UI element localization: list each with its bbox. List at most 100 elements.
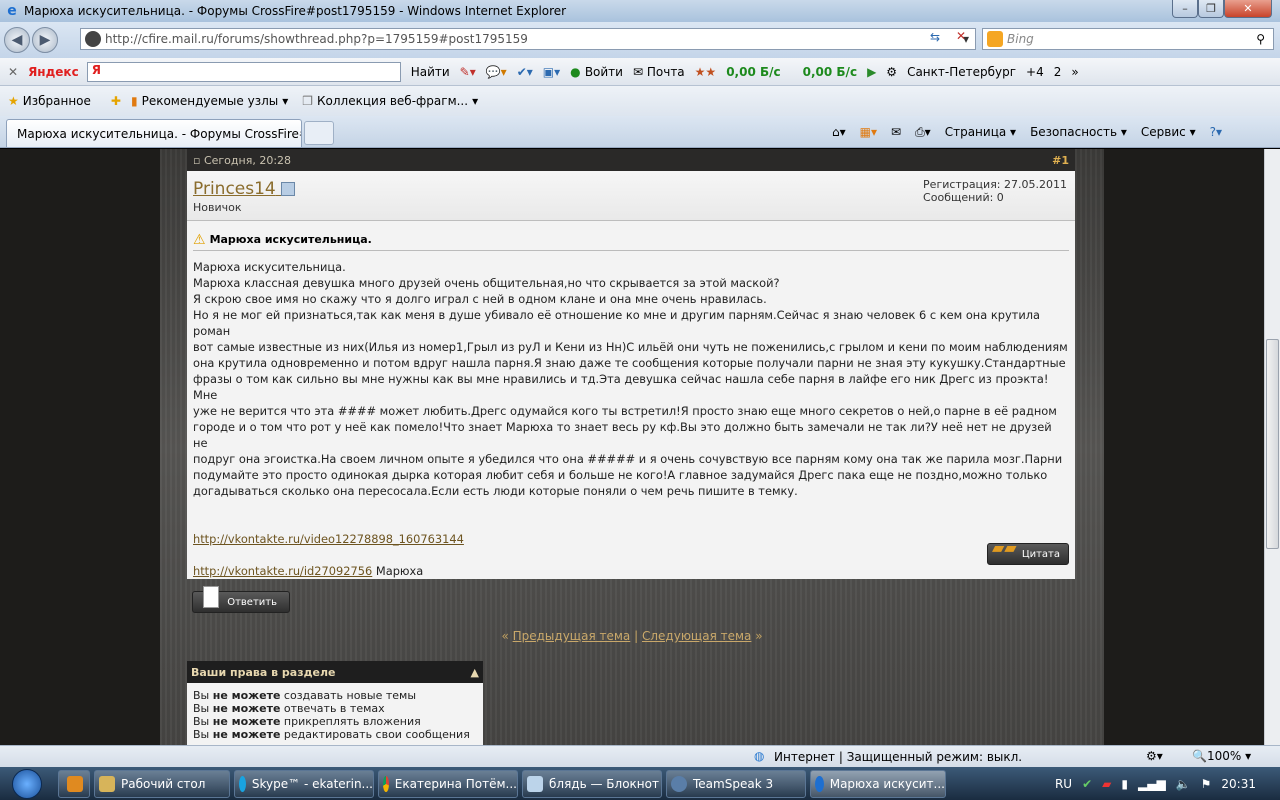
post-line: городе и о том что рот у неё как помело!… [193, 420, 1052, 450]
more-chevron-icon[interactable]: » [1071, 65, 1078, 79]
mail-button[interactable]: ✉ Почта [633, 65, 685, 79]
navigation-bar: ◀ ▶ http://cfire.mail.ru/forums/showthre… [0, 22, 1280, 58]
profile-link[interactable]: http://vkontakte.ru/id27092756 [193, 564, 372, 578]
taskbar-item[interactable]: Рабочий стол [94, 769, 230, 798]
recommended-sites[interactable]: Рекомендуемые узлы [142, 94, 279, 108]
command-bar: ⌂▾ ▦▾ ✉ ⎙▾ Страница ▾ Безопасность ▾ Сер… [832, 116, 1222, 148]
post-header: ▫ Сегодня, 20:28 #1 [187, 149, 1075, 171]
web-slice-gallery[interactable]: Коллекция веб-фрагм... [317, 94, 468, 108]
gear-icon[interactable]: ⚙ [886, 65, 897, 79]
close-button[interactable]: ✕ [1224, 0, 1272, 18]
network-icon[interactable]: ▮ [1121, 777, 1128, 791]
media-player-button[interactable] [58, 769, 90, 798]
maximize-button[interactable]: ❐ [1198, 0, 1224, 18]
help-icon[interactable]: ?▾ [1210, 125, 1222, 139]
page-menu[interactable]: Страница ▾ [945, 125, 1016, 139]
search-icon[interactable]: ⚲ [1256, 32, 1273, 46]
teamspeak-icon [671, 775, 687, 792]
bing-icon [987, 31, 1003, 47]
taskbar-item[interactable]: Екатерина Потём... [378, 769, 518, 798]
flag-icon[interactable]: ⚑ [1201, 777, 1212, 791]
tools-menu[interactable]: Сервис ▾ [1141, 125, 1196, 139]
post-line: вот самые известные из них(Илья из номер… [193, 340, 1068, 354]
star-icon: ★ [8, 94, 19, 108]
protected-mode-icon[interactable]: ⚙▾ [1146, 749, 1163, 763]
forum-content: ▫ Сегодня, 20:28 #1 Princes14 Новичок Ре… [160, 149, 1104, 745]
read-mail-icon[interactable]: ✉ [891, 125, 901, 139]
search-box[interactable]: Bing ⚲ [982, 28, 1274, 50]
stop-icon[interactable]: ✕ [956, 29, 966, 43]
taskbar-item[interactable]: TeamSpeak 3 [666, 769, 806, 798]
nav-left-arrow: « [501, 629, 509, 643]
start-button[interactable] [0, 767, 54, 800]
notif-count[interactable]: 2 [1054, 65, 1062, 79]
weather-temp[interactable]: +4 [1026, 65, 1044, 79]
post-number[interactable]: #1 [1052, 154, 1069, 167]
yandex-search-input[interactable]: Я [86, 61, 401, 82]
prev-thread-link[interactable]: Предыдущая тема [513, 629, 631, 643]
security-menu[interactable]: Безопасность ▾ [1030, 125, 1127, 139]
chat-icon[interactable]: 💬▾ [486, 65, 507, 79]
recommended-dropdown-icon[interactable]: ▾ [282, 94, 288, 108]
zoom-level[interactable]: 🔍100% ▾ [1192, 749, 1251, 763]
tab-active[interactable]: Марюха искусительница. - Форумы CrossFir… [6, 119, 302, 147]
city-label[interactable]: Санкт-Петербург [907, 65, 1016, 79]
windows-orb-icon [12, 768, 42, 799]
window-title: Марюха искусительница. - Форумы CrossFir… [24, 4, 567, 18]
vertical-scrollbar[interactable] [1264, 149, 1280, 745]
page-viewport: ▫ Сегодня, 20:28 #1 Princes14 Новичок Ре… [0, 149, 1264, 745]
gallery-dropdown-icon[interactable]: ▾ [472, 94, 478, 108]
reply-button[interactable]: Ответить [192, 586, 290, 613]
taskbar-item[interactable]: Skype™ - ekaterin... [234, 769, 374, 798]
print-icon[interactable]: ⎙▾ [915, 125, 931, 140]
post-line: подруг она эгоистка.На своем личном опыт… [193, 452, 1063, 466]
permission-item: Вы не можете редактировать свои сообщени… [193, 728, 470, 741]
forward-button[interactable]: ▶ [32, 27, 58, 53]
taskbar-item-active[interactable]: Марюха искусит... [810, 769, 946, 798]
favorites-button[interactable]: Избранное [23, 94, 91, 108]
post-line: подумайте это просто одинокая дырка кото… [193, 468, 1048, 482]
language-indicator[interactable]: RU [1055, 777, 1072, 791]
post-line: она крутила одновременно и потом вдруг н… [193, 356, 1066, 370]
quote-button[interactable]: ▰▰ Цитата [987, 538, 1069, 565]
check-icon[interactable]: ✔▾ [517, 65, 533, 79]
antivirus-icon[interactable]: ▰ [1102, 777, 1111, 791]
notepad-icon [527, 775, 543, 792]
toolbar-close-icon[interactable]: ✕ [8, 65, 18, 79]
play-icon[interactable]: ▶ [867, 65, 876, 79]
taskbar-item[interactable]: блядь — Блокнот [522, 769, 662, 798]
address-url[interactable]: http://cfire.mail.ru/forums/showthread.p… [105, 32, 528, 46]
next-thread-link[interactable]: Следующая тема [642, 629, 751, 643]
post-title-text: Марюха искусительница. [209, 233, 372, 246]
video-link[interactable]: http://vkontakte.ru/video12278898_160763… [193, 532, 464, 546]
volume-icon[interactable]: 🔈 [1176, 777, 1191, 791]
post-line: уже не верится что эта #### может любить… [193, 404, 1057, 418]
clock[interactable]: 20:31 [1221, 777, 1256, 791]
home-icon[interactable]: ⌂▾ [832, 125, 846, 139]
screen-icon[interactable]: ▣▾ [543, 65, 560, 79]
refresh-icon[interactable]: ⇆ [930, 30, 940, 44]
new-tab-button[interactable] [304, 121, 334, 145]
bookmark-icon[interactable]: ★★ [695, 65, 717, 79]
globe-icon: ◍ [754, 749, 765, 763]
add-favorite-icon[interactable]: ✚ [111, 94, 121, 108]
status-bar: ◍ Интернет | Защищенный режим: выкл. ⚙▾ … [0, 745, 1280, 767]
user-status-icon [281, 182, 296, 196]
signal-icon[interactable]: ▂▄▆ [1138, 777, 1166, 791]
username-link[interactable]: Princes14 [193, 179, 296, 199]
back-button[interactable]: ◀ [4, 27, 30, 53]
marker-icon[interactable]: ✎▾ [460, 65, 476, 79]
minimize-button[interactable]: – [1172, 0, 1198, 18]
scrollbar-thumb[interactable] [1266, 339, 1279, 549]
feeds-icon[interactable]: ▦▾ [860, 125, 877, 139]
window-titlebar: e Марюха искусительница. - Форумы CrossF… [0, 0, 1280, 22]
recommended-icon: ▮ [130, 94, 138, 108]
security-zone[interactable]: Интернет | Защищенный режим: выкл. [774, 750, 1022, 764]
find-button[interactable]: Найти [411, 65, 450, 79]
tray-icon-green[interactable]: ✔ [1082, 777, 1092, 791]
login-button[interactable]: ● Войти [570, 65, 623, 79]
address-bar[interactable]: http://cfire.mail.ru/forums/showthread.p… [80, 28, 976, 50]
registration-date: Регистрация: 27.05.2011 [923, 178, 1067, 191]
permissions-box: Ваши права в разделе ▲ Вы не можете созд… [187, 661, 483, 745]
collapse-icon[interactable]: ▲ [471, 666, 479, 679]
